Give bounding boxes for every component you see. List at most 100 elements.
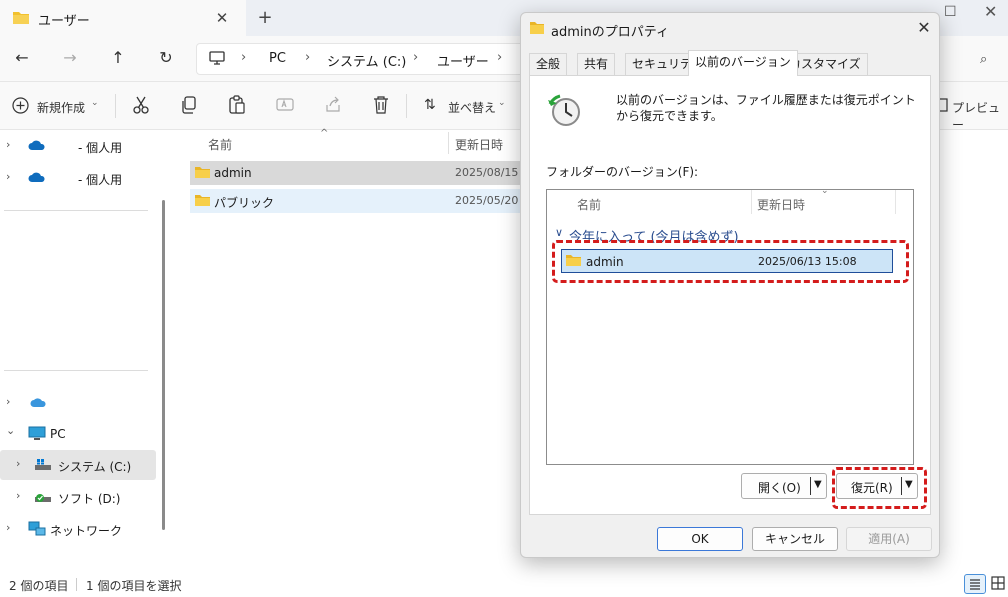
back-arrow-icon[interactable]: ← bbox=[8, 44, 36, 72]
file-date: 2025/05/20 9 bbox=[455, 194, 529, 207]
cancel-button[interactable]: キャンセル bbox=[752, 527, 838, 551]
address-bar[interactable]: › PC › システム (C:) › ユーザー › bbox=[196, 43, 526, 75]
refresh-icon[interactable]: ↻ bbox=[152, 44, 180, 72]
chevron-down-icon[interactable]: ∨ bbox=[555, 226, 563, 239]
sidebar-item-system-drive[interactable]: › システム (C:) bbox=[0, 450, 156, 480]
breadcrumb-chevron-icon: › bbox=[497, 50, 503, 65]
column-header-name[interactable]: 名前 bbox=[577, 196, 601, 213]
breadcrumb-chevron-icon: › bbox=[241, 50, 247, 65]
folder-icon bbox=[12, 10, 30, 25]
highlight-box bbox=[552, 240, 909, 283]
tab-users[interactable]: ユーザー ✕ bbox=[0, 0, 246, 36]
restore-clock-icon bbox=[546, 92, 582, 128]
status-divider bbox=[76, 578, 77, 591]
new-button[interactable]: 新規作成 bbox=[37, 99, 85, 116]
description-text: 以前のバージョンは、ファイル履歴または復元ポイントから復元できます。 bbox=[616, 93, 916, 123]
forward-arrow-icon[interactable]: → bbox=[56, 44, 84, 72]
file-date: 2025/08/15 1 bbox=[455, 166, 529, 179]
open-split-button[interactable]: 開く(O) ▼ bbox=[741, 473, 827, 499]
chevron-down-icon: ⌄ bbox=[821, 186, 829, 196]
navigation-pane: › - 個人用 › - 個人用 › ⌄ PC › システム (C:) › ソフト… bbox=[0, 130, 160, 572]
cloud-icon bbox=[30, 397, 46, 408]
paste-icon[interactable] bbox=[228, 95, 250, 117]
sidebar-item-onedrive[interactable]: › - 個人用 bbox=[0, 163, 156, 193]
new-tab-button[interactable]: + bbox=[254, 8, 276, 30]
selected-count: 1 個の項目を選択 bbox=[86, 579, 182, 593]
sort-icon: ⇅ bbox=[424, 97, 436, 113]
copy-icon[interactable] bbox=[180, 95, 202, 117]
tab-general[interactable]: 全般 bbox=[529, 53, 568, 75]
column-header-date[interactable]: 更新日時 bbox=[757, 196, 805, 213]
sidebar-item-network[interactable]: › ネットワーク bbox=[0, 514, 156, 544]
file-name: パブリック bbox=[214, 196, 275, 210]
maximize-icon[interactable]: ☐ bbox=[944, 4, 957, 20]
split-divider bbox=[810, 477, 811, 495]
details-view-icon[interactable] bbox=[964, 574, 986, 594]
chevron-right-icon[interactable]: › bbox=[6, 395, 10, 408]
chevron-right-icon[interactable]: › bbox=[6, 170, 10, 183]
breadcrumb-system-drive[interactable]: システム (C:) bbox=[327, 51, 406, 70]
toolbar-divider bbox=[406, 94, 407, 118]
preview-button[interactable]: プレビュー bbox=[952, 99, 1008, 133]
column-divider bbox=[448, 132, 449, 154]
sidebar-divider bbox=[4, 210, 148, 211]
chevron-right-icon[interactable]: › bbox=[16, 457, 20, 470]
column-header-name[interactable]: 名前 bbox=[208, 136, 232, 153]
apply-button[interactable]: 適用(A) bbox=[846, 527, 932, 551]
folder-icon bbox=[194, 166, 211, 179]
computer-icon bbox=[209, 51, 225, 66]
folder-icon bbox=[194, 194, 211, 207]
share-icon[interactable] bbox=[324, 95, 346, 117]
version-list: ⌄ 名前 更新日時 ∨ 今年に入って (今月は含めず) admin 2025/0… bbox=[546, 186, 914, 465]
sidebar-item-soft-drive[interactable]: › ソフト (D:) bbox=[0, 482, 156, 512]
sidebar-item-cloud[interactable]: › bbox=[0, 388, 156, 418]
network-icon bbox=[28, 521, 46, 537]
sidebar-item-pc[interactable]: ⌄ PC bbox=[0, 419, 156, 449]
column-divider bbox=[751, 190, 752, 214]
chevron-right-icon[interactable]: › bbox=[6, 521, 10, 534]
sidebar-item-onedrive[interactable]: › - 個人用 bbox=[0, 131, 156, 161]
tab-previous-versions[interactable]: 以前のバージョン bbox=[688, 50, 798, 76]
chevron-down-icon: ⌄ bbox=[498, 98, 506, 108]
up-arrow-icon[interactable]: ↑ bbox=[104, 44, 132, 72]
file-row-admin[interactable]: admin 2025/08/15 1 bbox=[190, 161, 529, 185]
chevron-right-icon[interactable]: › bbox=[6, 138, 10, 151]
ok-button[interactable]: OK bbox=[657, 527, 743, 551]
close-icon[interactable]: ✕ bbox=[913, 17, 935, 39]
onedrive-cloud-icon bbox=[28, 140, 46, 151]
sort-button[interactable]: 並べ替え bbox=[448, 99, 496, 116]
tab-title: ユーザー bbox=[38, 14, 90, 29]
new-plus-icon bbox=[12, 97, 29, 114]
rename-icon[interactable] bbox=[276, 95, 298, 117]
tab-sharing[interactable]: 共有 bbox=[577, 53, 616, 75]
toolbar-divider bbox=[115, 94, 116, 118]
cut-icon[interactable] bbox=[132, 95, 154, 117]
drive-check-icon bbox=[34, 491, 52, 504]
chevron-right-icon[interactable]: › bbox=[16, 489, 20, 502]
sidebar-item-label: - 個人用 bbox=[78, 173, 123, 187]
open-button-label: 開く(O) bbox=[758, 481, 801, 495]
delete-icon[interactable] bbox=[372, 95, 394, 117]
sidebar-scrollbar[interactable] bbox=[162, 200, 165, 530]
window-close-icon[interactable]: ✕ bbox=[984, 2, 997, 21]
breadcrumb-users[interactable]: ユーザー bbox=[437, 51, 489, 70]
file-list: ^ 名前 更新日時 admin 2025/08/15 1 パブリック 2025/… bbox=[174, 128, 529, 572]
column-header-date[interactable]: 更新日時 bbox=[455, 136, 503, 153]
sidebar-item-label: システム (C:) bbox=[58, 460, 132, 474]
sidebar-item-label: PC bbox=[50, 427, 66, 441]
breadcrumb-chevron-icon: › bbox=[305, 50, 311, 65]
previous-versions-panel: 以前のバージョンは、ファイル履歴または復元ポイントから復元できます。 フォルダー… bbox=[529, 75, 931, 515]
highlight-box bbox=[832, 467, 927, 509]
search-icon[interactable]: ⌕ bbox=[980, 52, 987, 67]
item-count: 2 個の項目 bbox=[9, 579, 69, 593]
dropdown-arrow-icon[interactable]: ▼ bbox=[814, 479, 822, 490]
chevron-down-icon: ⌄ bbox=[91, 98, 99, 108]
sidebar-item-label: - 個人用 bbox=[78, 141, 123, 155]
breadcrumb-pc[interactable]: PC bbox=[269, 51, 286, 66]
close-icon[interactable]: ✕ bbox=[212, 8, 232, 28]
chevron-down-icon[interactable]: ⌄ bbox=[6, 424, 15, 437]
column-divider bbox=[895, 190, 896, 214]
folder-versions-label: フォルダーのバージョン(F): bbox=[546, 165, 699, 179]
file-row-public[interactable]: パブリック 2025/05/20 9 bbox=[190, 189, 529, 213]
tiles-view-icon[interactable] bbox=[990, 575, 1006, 591]
